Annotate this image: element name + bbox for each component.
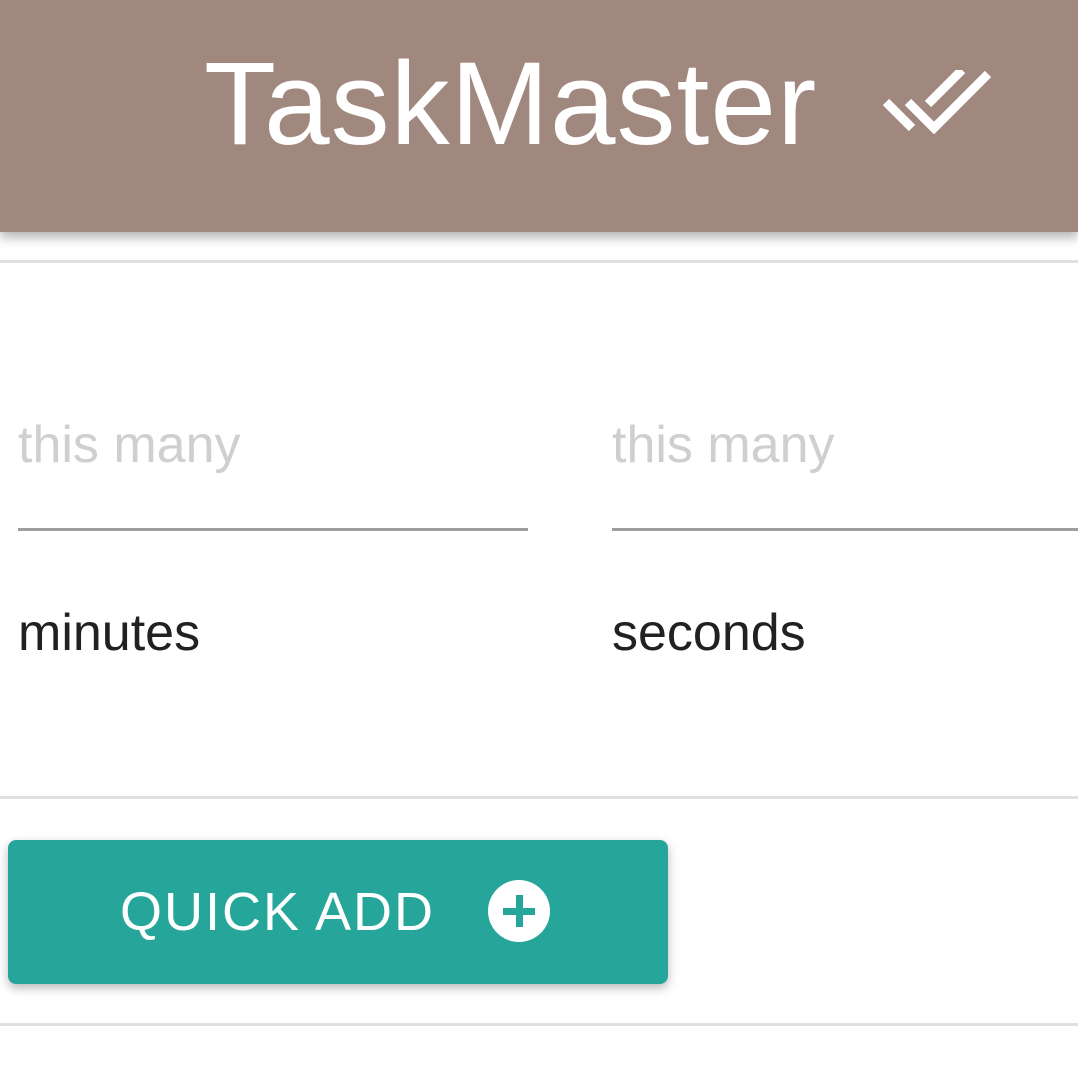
divider-bottom — [0, 1023, 1078, 1026]
seconds-input-underline — [612, 528, 1078, 531]
quick-add-label: QUICK ADD — [120, 882, 436, 942]
divider-top — [0, 260, 1078, 263]
seconds-field — [612, 400, 1078, 531]
add-circle-icon — [488, 880, 550, 942]
app-bar: TaskMaster — [0, 0, 1078, 232]
seconds-label: seconds — [612, 604, 806, 662]
app-title: TaskMaster — [204, 38, 818, 170]
quick-add-button[interactable]: QUICK ADD — [8, 840, 668, 984]
minutes-label: minutes — [18, 604, 201, 662]
divider-middle — [0, 796, 1078, 799]
done-all-icon — [882, 70, 992, 135]
minutes-input-underline — [18, 528, 528, 531]
seconds-input[interactable] — [612, 400, 1078, 490]
minutes-input[interactable] — [18, 400, 528, 490]
minutes-field — [18, 400, 528, 531]
